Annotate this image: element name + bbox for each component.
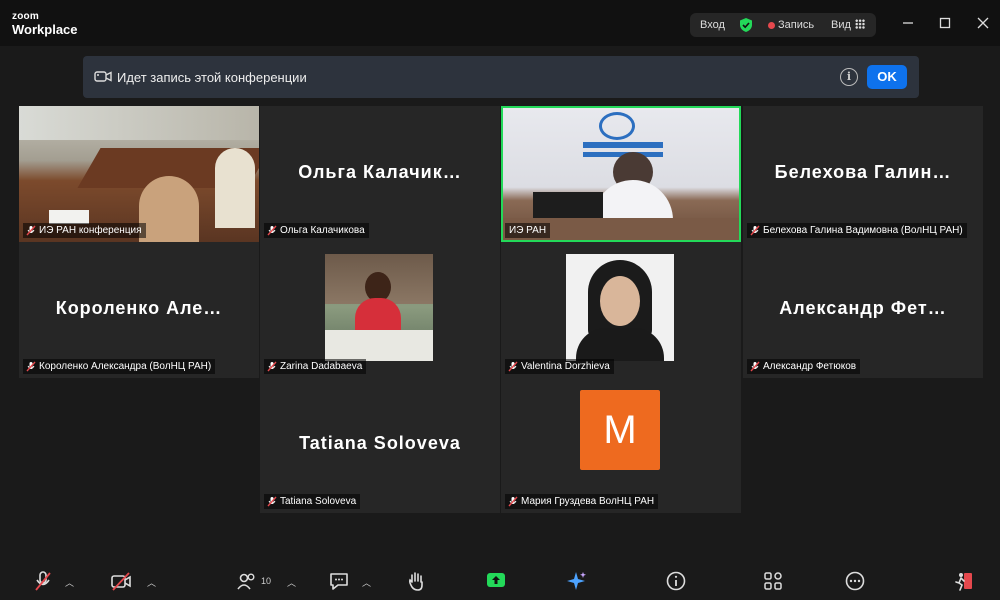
video-tile[interactable]: ИЭ РАН конференция [19,106,259,242]
raise-hand-icon[interactable] [405,570,427,592]
video-tile[interactable]: Tatiana Soloveva Tatiana Soloveva [260,377,500,513]
participant-name: Короленко Александра (ВолНЦ РАН) [39,361,212,372]
participant-video [566,254,674,361]
maximize-icon[interactable] [938,16,952,30]
participant-name-tag: Zarina Dadabaeva [264,359,367,374]
active-speaker-tile[interactable]: ИЭ РАН [501,106,741,242]
record-dot-icon [768,22,775,29]
muted-mic-icon [267,496,277,507]
muted-mic-icon [267,225,277,236]
info-circle-icon[interactable] [665,570,687,592]
video-tile[interactable]: Ольга Калачик… Ольга Калачикова [260,106,500,242]
participant-name: ИЭ РАН [509,225,547,236]
participant-display-name: Tatiana Soloveva [299,433,461,453]
participant-name-tag: Короленко Александра (ВолНЦ РАН) [23,359,216,374]
logo-line2: Workplace [12,22,78,37]
minimize-icon[interactable] [901,16,915,30]
participant-name-tag: Александр Фетюков [747,359,861,374]
participant-name: Valentina Dorzhieva [521,361,610,372]
participant-name-tag: Valentina Dorzhieva [505,359,614,374]
recording-indicator[interactable]: Запись [778,19,814,31]
recording-banner: Идет запись этой конференции i OK [83,56,919,98]
chat-options-chevron-icon[interactable]: ︿ [362,576,371,589]
participant-name-tag: Белехова Галина Вадимовна (ВолНЦ РАН) [747,223,967,238]
video-tile[interactable]: Белехова Галин… Белехова Галина Вадимовн… [743,106,983,242]
participant-name: ИЭ РАН конференция [39,225,142,236]
participant-name: Zarina Dadabaeva [280,361,363,372]
avatar: M [580,390,660,470]
leave-meeting-icon[interactable] [953,570,975,592]
shield-check-icon[interactable] [738,17,754,33]
login-button[interactable]: Вход [700,19,725,31]
muted-mic-icon [267,361,277,372]
muted-mic-icon [750,225,760,236]
chat-icon[interactable] [328,570,350,592]
participant-display-name: Александр Фет… [779,298,947,318]
grid-icon [855,19,865,29]
participant-display-name: Ольга Калачик… [298,162,462,182]
zoom-logo: zoom Workplace [12,11,78,37]
more-icon[interactable] [844,570,866,592]
muted-mic-icon [26,225,36,236]
institute-video [503,108,739,240]
participant-name-tag: Ольга Калачикова [264,223,369,238]
participant-name: Александр Фетюков [763,361,857,372]
muted-mic-icon [508,361,518,372]
audio-options-chevron-icon[interactable]: ︿ [65,576,74,589]
share-screen-icon[interactable] [485,570,507,592]
video-camera-icon [94,71,112,82]
participants-icon[interactable] [236,570,258,592]
video-tile[interactable]: Zarina Dadabaeva [260,242,500,378]
video-tile[interactable]: Александр Фет… Александр Фетюков [743,242,983,378]
participant-name: Ольга Калачикова [280,225,365,236]
muted-mic-icon [26,361,36,372]
video-off-icon[interactable] [110,570,132,592]
participant-name-tag: Мария Груздева ВолНЦ РАН [505,494,659,509]
microphone-muted-icon[interactable] [32,570,54,592]
video-tile[interactable]: Valentina Dorzhieva [501,242,741,378]
logo-line1: zoom [12,11,39,22]
ai-companion-sparkle-icon[interactable] [565,570,587,592]
participant-name-tag: ИЭ РАН конференция [23,223,146,238]
participant-name-tag: Tatiana Soloveva [264,494,361,509]
participant-name: Мария Груздева ВолНЦ РАН [521,496,655,507]
muted-mic-icon [508,496,518,507]
view-button[interactable]: Вид [831,19,851,31]
video-tile[interactable]: M Мария Груздева ВолНЦ РАН [501,377,741,513]
muted-mic-icon [750,361,760,372]
participant-video [325,254,433,361]
banner-text: Идет запись этой конференции [117,70,307,85]
participant-display-name: Короленко Але… [55,298,223,318]
conference-hall-video [19,106,259,242]
close-icon[interactable] [976,16,990,30]
title-bar: zoom Workplace Вход Запись Вид [0,0,1000,46]
ok-button[interactable]: OK [867,65,907,89]
apps-icon[interactable] [762,570,784,592]
meeting-toolbar: ︿ ︿ 10 ︿ ︿ [0,562,1000,600]
participant-name-tag: ИЭ РАН [505,223,551,238]
participant-display-name: Белехова Галин… [774,162,952,182]
video-tile[interactable]: Короленко Але… Короленко Александра (Вол… [19,242,259,378]
participants-count: 10 [261,576,272,586]
info-icon[interactable]: i [840,68,858,86]
participants-options-chevron-icon[interactable]: ︿ [287,576,296,589]
participant-name: Tatiana Soloveva [280,496,357,507]
participant-name: Белехова Галина Вадимовна (ВолНЦ РАН) [763,225,963,236]
video-options-chevron-icon[interactable]: ︿ [147,576,156,589]
